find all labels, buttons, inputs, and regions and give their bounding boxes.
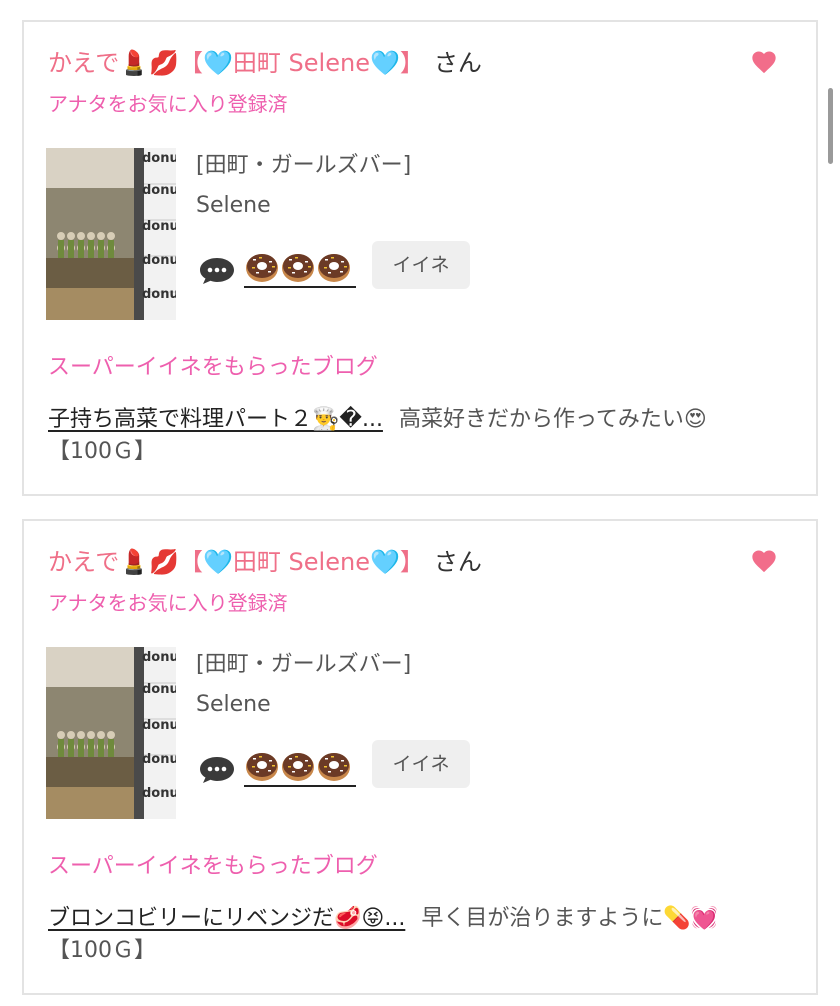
heart-icon[interactable] bbox=[750, 547, 778, 575]
favorite-status: アナタをお気に入り登録済 bbox=[48, 591, 288, 615]
thumb-sign-text: donu bbox=[142, 752, 176, 767]
sender-name[interactable]: かえで💄💋【🩵田町 Selene🩵】 bbox=[48, 49, 424, 77]
page: かえで💄💋【🩵田町 Selene🩵】 さん アナタをお気に入り登録済 donu … bbox=[0, 0, 840, 1006]
reward-amount: 【100Ｇ】 bbox=[48, 938, 156, 963]
blog-entry: ブロンコビリーにリベンジだ🥩😝... 早く目が治りますように💊💓 【100Ｇ】 bbox=[48, 903, 768, 967]
sender-name[interactable]: かえで💄💋【🩵田町 Selene🩵】 bbox=[48, 548, 424, 576]
donut-rating[interactable] bbox=[244, 747, 356, 787]
thumb-sign-text: donu bbox=[142, 287, 176, 302]
heart-icon[interactable] bbox=[750, 48, 778, 76]
reward-amount: 【100Ｇ】 bbox=[48, 439, 156, 464]
comment-bubble-icon bbox=[200, 258, 234, 284]
donut-icon bbox=[282, 254, 314, 282]
scrollbar[interactable] bbox=[828, 88, 833, 164]
thumb-sign-text: donu bbox=[142, 650, 176, 665]
donut-icon bbox=[282, 753, 314, 781]
card-header: かえで💄💋【🩵田町 Selene🩵】 さん bbox=[48, 46, 482, 80]
comment-bubble-icon bbox=[200, 757, 234, 783]
blog-comment: 早く目が治りますように💊💓 bbox=[421, 906, 719, 931]
blog-title-link[interactable]: 子持ち高菜で料理パート２👨‍🍳�... bbox=[48, 407, 383, 432]
iine-button[interactable]: イイネ bbox=[372, 740, 470, 788]
favorite-status: アナタをお気に入り登録済 bbox=[48, 92, 288, 116]
girl-name: Selene bbox=[196, 692, 271, 717]
blog-title-link[interactable]: ブロンコビリーにリベンジだ🥩😝... bbox=[48, 906, 405, 931]
donut-icon bbox=[246, 254, 278, 282]
shop-category: [田町・ガールズバー] bbox=[196, 153, 412, 178]
thumb-sign-text: donu bbox=[142, 718, 176, 733]
thumb-sign-text: donu bbox=[142, 183, 176, 198]
thumb-sign-text: donu bbox=[142, 786, 176, 801]
honorific: さん bbox=[433, 49, 482, 77]
donut-icon bbox=[318, 254, 350, 282]
blog-heading: スーパーイイネをもらったブログ bbox=[48, 854, 378, 879]
shop-category: [田町・ガールズバー] bbox=[196, 652, 412, 677]
donut-rating[interactable] bbox=[244, 248, 356, 288]
thumb-sign-text: donu bbox=[142, 151, 176, 166]
donut-icon bbox=[246, 753, 278, 781]
blog-entry: 子持ち高菜で料理パート２👨‍🍳�... 高菜好きだから作ってみたい😍 【100Ｇ】 bbox=[48, 404, 768, 468]
thumb-sign-text: donu bbox=[142, 219, 176, 234]
iine-button[interactable]: イイネ bbox=[372, 241, 470, 289]
notification-card: かえで💄💋【🩵田町 Selene🩵】 さん アナタをお気に入り登録済 donu … bbox=[22, 20, 818, 496]
thumb-sign-text: donu bbox=[142, 253, 176, 268]
card-header: かえで💄💋【🩵田町 Selene🩵】 さん bbox=[48, 545, 482, 579]
donut-icon bbox=[318, 753, 350, 781]
girl-thumbnail[interactable]: donu donu donu donu donu bbox=[46, 647, 176, 819]
honorific: さん bbox=[433, 548, 482, 576]
notification-card: かえで💄💋【🩵田町 Selene🩵】 さん アナタをお気に入り登録済 donu … bbox=[22, 519, 818, 995]
blog-comment: 高菜好きだから作ってみたい😍 bbox=[398, 407, 707, 432]
thumb-sign-text: donu bbox=[142, 682, 176, 697]
blog-heading: スーパーイイネをもらったブログ bbox=[48, 355, 378, 380]
girl-thumbnail[interactable]: donu donu donu donu donu bbox=[46, 148, 176, 320]
girl-name: Selene bbox=[196, 193, 271, 218]
